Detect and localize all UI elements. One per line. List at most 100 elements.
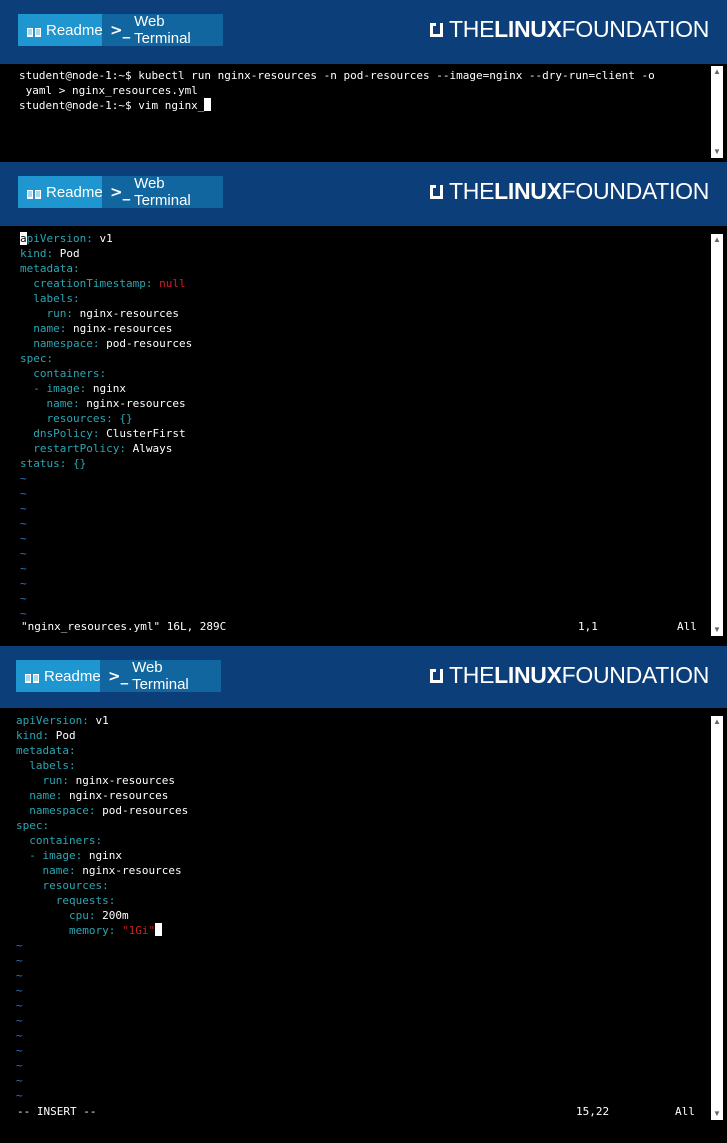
yaml-line: name: nginx-resources	[16, 789, 169, 802]
readme-button[interactable]: Readme	[18, 14, 103, 46]
vim-empty-line-tilde: ~	[20, 472, 27, 485]
vim-empty-line-tilde: ~	[16, 1029, 23, 1042]
yaml-line: requests:	[16, 894, 116, 907]
yaml-line: name: nginx-resources	[20, 397, 186, 410]
vim-empty-line-tilde: ~	[20, 547, 27, 560]
vim-editor[interactable]: apiVersion: v1 kind: Pod metadata: creatio…	[0, 226, 727, 646]
vim-empty-line-tilde: ~	[16, 1074, 23, 1087]
text-cursor	[204, 98, 212, 111]
vim-empty-line-tilde: ~	[16, 954, 23, 967]
web-terminal-button[interactable]: >_ Web Terminal	[102, 175, 223, 209]
yaml-line: apiVersion: v1	[16, 714, 109, 727]
panel-2: Readme >_ Web Terminal THE LINUX FOUNDATIO…	[0, 162, 727, 646]
scroll-down-icon[interactable]: ▼	[711, 624, 723, 636]
yaml-line: namespace: pod-resources	[16, 804, 189, 817]
scrollbar[interactable]: ▲ ▼	[711, 66, 723, 158]
vim-empty-line-tilde: ~	[16, 999, 23, 1012]
web-terminal-label: Web Terminal	[132, 659, 189, 693]
terminal-prompt-line: student@node-1:~$ vim nginx_	[19, 98, 212, 113]
vim-empty-line-tilde: ~	[20, 487, 27, 500]
vim-editor[interactable]: apiVersion: v1 kind: Pod metadata: labels:…	[0, 708, 727, 1143]
yaml-line: creationTimestamp: null	[20, 277, 186, 290]
yaml-line: containers:	[16, 834, 103, 847]
yaml-line: restartPolicy: Always	[20, 442, 173, 455]
vim-empty-line-tilde: ~	[16, 1059, 23, 1072]
header-bar: Readme >_ Web Terminal THE LINUX FOUNDATIO…	[0, 646, 727, 710]
scrollbar[interactable]: ▲ ▼	[711, 234, 723, 636]
readme-label: Readme	[46, 21, 103, 39]
web-terminal-label: Web Terminal	[134, 13, 191, 47]
scroll-up-icon[interactable]: ▲	[711, 66, 723, 78]
book-icon	[24, 671, 40, 683]
vim-empty-line-tilde: ~	[20, 607, 27, 620]
readme-button[interactable]: Readme	[18, 176, 103, 208]
readme-button[interactable]: Readme	[16, 660, 101, 692]
header-bar: Readme >_ Web Terminal THE LINUX FOUNDATIO…	[0, 162, 727, 226]
panel-3: Readme >_ Web Terminal THE LINUX FOUNDATIO…	[0, 646, 727, 1143]
linux-foundation-logo: THE LINUX FOUNDATION	[430, 178, 709, 205]
terminal-icon: >_	[108, 667, 129, 685]
yaml-line: metadata:	[16, 744, 76, 757]
yaml-line: memory: "1Gi"	[16, 923, 163, 938]
terminal-icon: >_	[110, 21, 131, 39]
linux-foundation-logo: THE LINUX FOUNDATION	[430, 16, 709, 43]
web-terminal-button[interactable]: >_ Web Terminal	[102, 13, 223, 47]
panel-1: Readme >_ Web Terminal THE LINUX FOUNDATIO…	[0, 0, 727, 160]
yaml-line: resources:	[16, 879, 109, 892]
yaml-line: run: nginx-resources	[20, 307, 179, 320]
vim-empty-line-tilde: ~	[20, 532, 27, 545]
vim-scroll-position: All	[677, 620, 697, 633]
vim-scroll-position: All	[675, 1105, 695, 1118]
yaml-line: apiVersion: v1	[20, 232, 113, 245]
vim-empty-line-tilde: ~	[20, 577, 27, 590]
yaml-line: spec:	[20, 352, 54, 365]
vim-empty-line-tilde: ~	[16, 984, 23, 997]
web-terminal-button[interactable]: >_ Web Terminal	[100, 659, 221, 693]
book-icon	[26, 25, 42, 37]
text-cursor	[155, 923, 163, 936]
yaml-line: name: nginx-resources	[20, 322, 173, 335]
vim-empty-line-tilde: ~	[16, 1014, 23, 1027]
vim-cursor-position: 1,1	[578, 620, 598, 633]
vim-empty-line-tilde: ~	[20, 517, 27, 530]
yaml-line: labels:	[20, 292, 80, 305]
web-terminal-label: Web Terminal	[134, 175, 191, 209]
vim-empty-line-tilde: ~	[16, 1044, 23, 1057]
yaml-line: labels:	[16, 759, 76, 772]
terminal-output[interactable]: student@node-1:~$ kubectl run nginx-reso…	[0, 64, 727, 160]
scroll-up-icon[interactable]: ▲	[711, 234, 723, 246]
yaml-line: dnsPolicy: ClusterFirst	[20, 427, 186, 440]
yaml-line: containers:	[20, 367, 107, 380]
vim-empty-line-tilde: ~	[16, 1089, 23, 1102]
terminal-line: yaml > nginx_resources.yml	[19, 84, 198, 97]
terminal-line: student@node-1:~$ kubectl run nginx-reso…	[19, 69, 655, 82]
vim-empty-line-tilde: ~	[20, 592, 27, 605]
linux-foundation-logo: THE LINUX FOUNDATION	[430, 662, 709, 689]
logo-square-icon	[430, 22, 444, 37]
terminal-icon: >_	[110, 183, 131, 201]
readme-label: Readme	[44, 667, 101, 685]
yaml-line: run: nginx-resources	[16, 774, 175, 787]
scroll-down-icon[interactable]: ▼	[711, 1108, 723, 1120]
yaml-line: kind: Pod	[20, 247, 80, 260]
yaml-line: cpu: 200m	[16, 909, 129, 922]
yaml-line: name: nginx-resources	[16, 864, 182, 877]
scroll-up-icon[interactable]: ▲	[711, 716, 723, 728]
logo-square-icon	[430, 668, 444, 683]
readme-label: Readme	[46, 183, 103, 201]
scrollbar[interactable]: ▲ ▼	[711, 716, 723, 1120]
yaml-line: resources: {}	[20, 412, 133, 425]
header-bar: Readme >_ Web Terminal THE LINUX FOUNDATIO…	[0, 0, 727, 64]
yaml-line: metadata:	[20, 262, 80, 275]
vim-empty-line-tilde: ~	[20, 562, 27, 575]
yaml-line: - image: nginx	[16, 849, 122, 862]
vim-status-file: "nginx_resources.yml" 16L, 289C	[21, 620, 227, 633]
logo-square-icon	[430, 184, 444, 199]
yaml-line: spec:	[16, 819, 50, 832]
scroll-down-icon[interactable]: ▼	[711, 146, 723, 158]
yaml-line: kind: Pod	[16, 729, 76, 742]
vim-empty-line-tilde: ~	[16, 969, 23, 982]
vim-empty-line-tilde: ~	[16, 939, 23, 952]
vim-cursor-position: 15,22	[576, 1105, 610, 1118]
vim-empty-line-tilde: ~	[20, 502, 27, 515]
